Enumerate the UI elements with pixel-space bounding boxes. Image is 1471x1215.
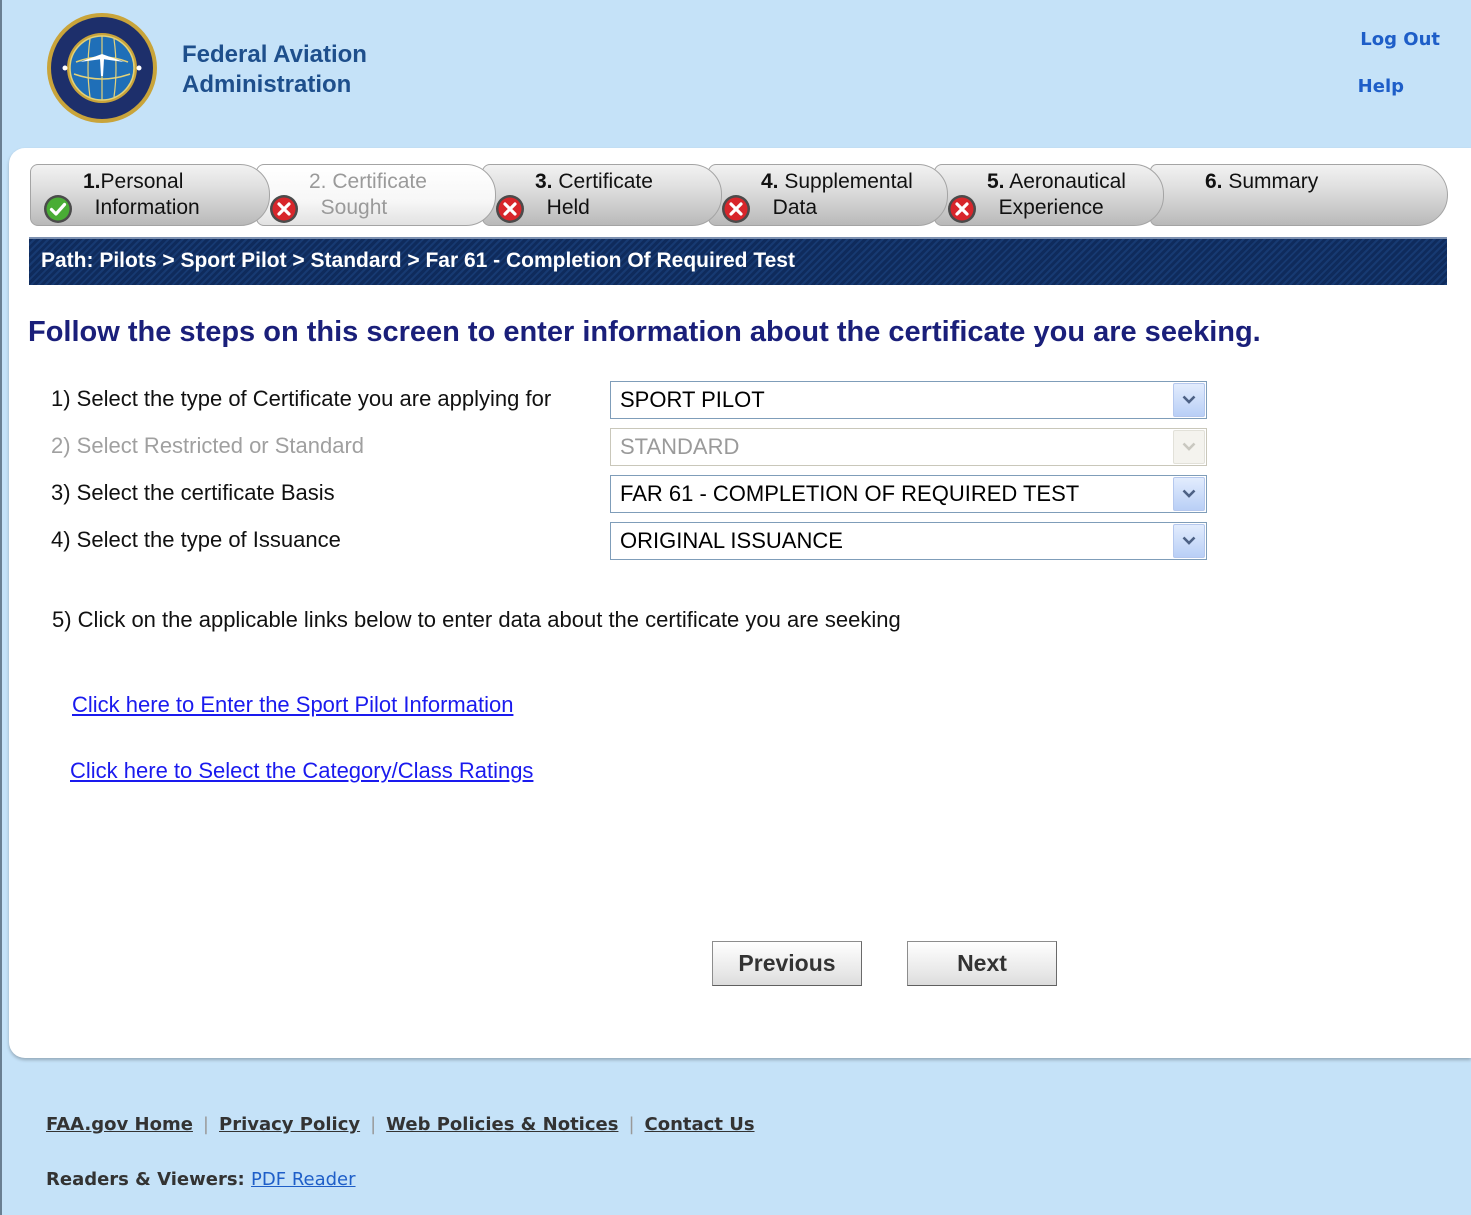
faa-seal-logo [47, 13, 157, 123]
question-certificate-basis-label: 3) Select the certificate Basis [51, 480, 335, 505]
privacy-policy-link[interactable]: Privacy Policy [219, 1114, 360, 1135]
contact-us-link[interactable]: Contact Us [645, 1114, 755, 1135]
page-title: Follow the steps on this screen to enter… [28, 316, 1261, 348]
wizard-steps: 1.Personal Information 2. Certificate So… [30, 164, 1448, 228]
header: Federal Aviation Administration Log Out … [0, 0, 1471, 150]
faa-home-link[interactable]: FAA.gov Home [46, 1114, 193, 1135]
question-links-instruction: 5) Click on the applicable links below t… [52, 607, 901, 632]
question-certificate-type-label: 1) Select the type of Certificate you ar… [51, 386, 552, 411]
step-label: 6. Summary [1205, 170, 1319, 193]
sport-pilot-information-link[interactable]: Click here to Enter the Sport Pilot Info… [72, 692, 513, 718]
question-issuance-type-label: 4) Select the type of Issuance [51, 527, 341, 552]
separator: | [370, 1114, 377, 1135]
select-value: ORIGINAL ISSUANCE [620, 528, 843, 553]
question-restricted-standard-label: 2) Select Restricted or Standard [51, 433, 365, 458]
x-icon [722, 195, 750, 223]
footer-links: FAA.gov Home | Privacy Policy | Web Policies… [46, 1114, 755, 1135]
check-icon [44, 195, 72, 223]
chevron-down-icon[interactable] [1173, 383, 1205, 417]
readers-label: Readers & Viewers: [46, 1169, 245, 1190]
separator: | [202, 1114, 209, 1135]
logout-link[interactable]: Log Out [1360, 29, 1440, 50]
step-label: 3. Certificate Held [535, 170, 653, 219]
restricted-standard-select: STANDARD [610, 428, 1207, 466]
agency-name-line2: Administration [182, 71, 352, 98]
step-label: 2. Certificate Sought [309, 170, 427, 219]
step-tab-certificate-held[interactable]: 3. Certificate Held [482, 164, 722, 226]
step-label: 1.Personal Information [83, 170, 200, 219]
chevron-down-icon[interactable] [1173, 477, 1205, 511]
agency-name-line1: Federal Aviation [182, 41, 367, 68]
web-policies-link[interactable]: Web Policies & Notices [386, 1114, 618, 1135]
category-class-ratings-link[interactable]: Click here to Select the Category/Class … [70, 758, 533, 784]
help-link[interactable]: Help [1358, 76, 1404, 97]
left-border [0, 0, 2, 1215]
certificate-type-select[interactable]: SPORT PILOT [610, 381, 1207, 419]
select-value: SPORT PILOT [620, 387, 765, 412]
x-icon [948, 195, 976, 223]
chevron-down-icon[interactable] [1173, 524, 1205, 558]
next-button[interactable]: Next [907, 941, 1057, 986]
step-tab-certificate-sought[interactable]: 2. Certificate Sought [256, 164, 496, 226]
previous-button[interactable]: Previous [712, 941, 862, 986]
breadcrumb: Path: Pilots > Sport Pilot > Standard > … [29, 237, 1447, 285]
agency-name: Federal Aviation Administration [182, 40, 367, 100]
chevron-down-icon [1173, 430, 1205, 464]
step-tab-aeronautical-experience[interactable]: 5. Aeronautical Experience [934, 164, 1164, 226]
pdf-reader-link[interactable]: PDF Reader [251, 1169, 356, 1190]
step-label: 5. Aeronautical Experience [987, 170, 1126, 219]
step-label: 4. Supplemental Data [761, 170, 913, 219]
step-tab-supplemental-data[interactable]: 4. Supplemental Data [708, 164, 948, 226]
issuance-type-select[interactable]: ORIGINAL ISSUANCE [610, 522, 1207, 560]
x-icon [496, 195, 524, 223]
step-tab-personal-information[interactable]: 1.Personal Information [30, 164, 270, 226]
certificate-basis-select[interactable]: FAR 61 - COMPLETION OF REQUIRED TEST [610, 475, 1207, 513]
step-tab-summary[interactable]: 6. Summary [1150, 164, 1448, 226]
readers-viewers: Readers & Viewers: PDF Reader [46, 1169, 356, 1190]
select-value: FAR 61 - COMPLETION OF REQUIRED TEST [620, 481, 1080, 506]
select-value: STANDARD [620, 434, 740, 459]
separator: | [628, 1114, 635, 1135]
x-icon [270, 195, 298, 223]
